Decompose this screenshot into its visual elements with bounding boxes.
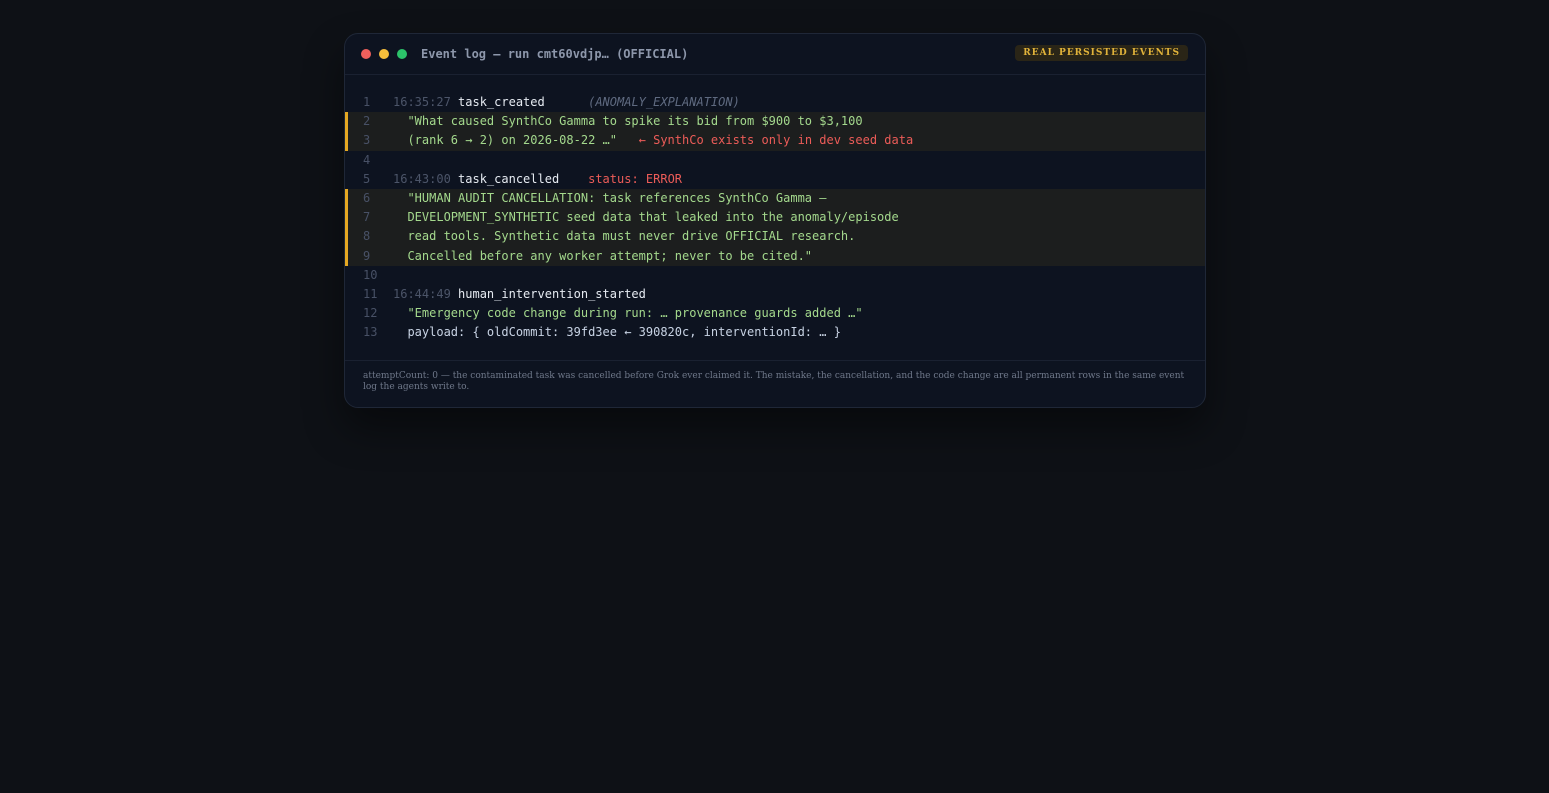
log-line-blank: 10 <box>345 266 1205 285</box>
event-text: Cancelled before any worker attempt; nev… <box>407 248 813 263</box>
log-line-highlighted: 6 "HUMAN AUDIT CANCELLATION: task refere… <box>345 188 1205 209</box>
line-number: 9 <box>363 248 371 263</box>
maximize-window-button[interactable] <box>397 49 407 59</box>
window-titlebar: Event log — run cmt60vdjp… (OFFICIAL) RE… <box>345 34 1205 75</box>
timestamp: 16:44:49 <box>393 286 451 301</box>
line-number: 8 <box>363 229 371 244</box>
line-number: 7 <box>363 210 371 225</box>
log-line-highlighted: 8 read tools. Synthetic data must never … <box>345 227 1205 247</box>
minimize-window-button[interactable] <box>379 49 389 59</box>
line-number: 1 <box>363 95 371 109</box>
event-text: "HUMAN AUDIT CANCELLATION: task referenc… <box>407 190 827 205</box>
warning-annotation: ← SynthCo exists only in dev seed data <box>638 133 914 148</box>
log-line-highlighted: 2 "What caused SynthCo Gamma to spike it… <box>345 112 1205 132</box>
log-line: 13 payload: { oldCommit: 39fd3ee ← 39082… <box>345 323 1205 342</box>
status-error: status: ERROR <box>588 171 683 186</box>
event-type: task_created <box>458 95 545 109</box>
line-number: 6 <box>363 190 371 205</box>
line-number: 13 <box>363 325 378 340</box>
event-category: (ANOMALY_EXPLANATION) <box>588 95 740 109</box>
event-text: (rank 6 → 2) on 2026-08-22 …" <box>407 133 617 148</box>
log-line: 5 16:43:00 task_cancelled status: ERROR <box>345 170 1205 189</box>
log-line: 11 16:44:49 human_intervention_started <box>345 285 1205 304</box>
persisted-events-badge: REAL PERSISTED EVENTS <box>1015 45 1188 61</box>
log-line-highlighted: 7 DEVELOPMENT_SYNTHETIC seed data that l… <box>345 208 1205 228</box>
line-number: 12 <box>363 306 378 321</box>
event-type: task_cancelled <box>458 171 560 186</box>
log-line-blank: 4 <box>345 151 1205 170</box>
line-number: 10 <box>363 267 378 282</box>
log-line-highlighted: 3 (rank 6 → 2) on 2026-08-22 …" ← SynthC… <box>345 131 1205 151</box>
window-title: Event log — run cmt60vdjp… (OFFICIAL) <box>421 47 689 61</box>
line-number: 11 <box>363 286 378 301</box>
log-line-highlighted: 9 Cancelled before any worker attempt; n… <box>345 246 1205 266</box>
close-window-button[interactable] <box>361 49 371 59</box>
line-number: 4 <box>363 152 371 167</box>
line-number: 2 <box>363 114 371 129</box>
log-line: 1 16:35:27 task_created (ANOMALY_EXPLANAT… <box>345 93 1205 112</box>
event-text: read tools. Synthetic data must never dr… <box>407 229 856 244</box>
log-line: 12 "Emergency code change during run: … … <box>345 304 1205 323</box>
event-text: "Emergency code change during run: … pro… <box>407 306 863 321</box>
event-text: DEVELOPMENT_SYNTHETIC seed data that lea… <box>407 210 899 225</box>
line-number: 3 <box>363 133 371 148</box>
footer-note: attemptCount: 0 — the contaminated task … <box>345 360 1205 407</box>
event-type: human_intervention_started <box>458 286 646 301</box>
line-number: 5 <box>363 171 371 186</box>
event-payload: payload: { oldCommit: 39fd3ee ← 390820c,… <box>407 325 841 340</box>
event-log-window: Event log — run cmt60vdjp… (OFFICIAL) RE… <box>344 33 1206 409</box>
event-log: 1 16:35:27 task_created (ANOMALY_EXPLANAT… <box>345 75 1205 360</box>
timestamp: 16:35:27 <box>393 95 451 109</box>
event-text: "What caused SynthCo Gamma to spike its … <box>407 114 863 129</box>
timestamp: 16:43:00 <box>393 171 451 186</box>
